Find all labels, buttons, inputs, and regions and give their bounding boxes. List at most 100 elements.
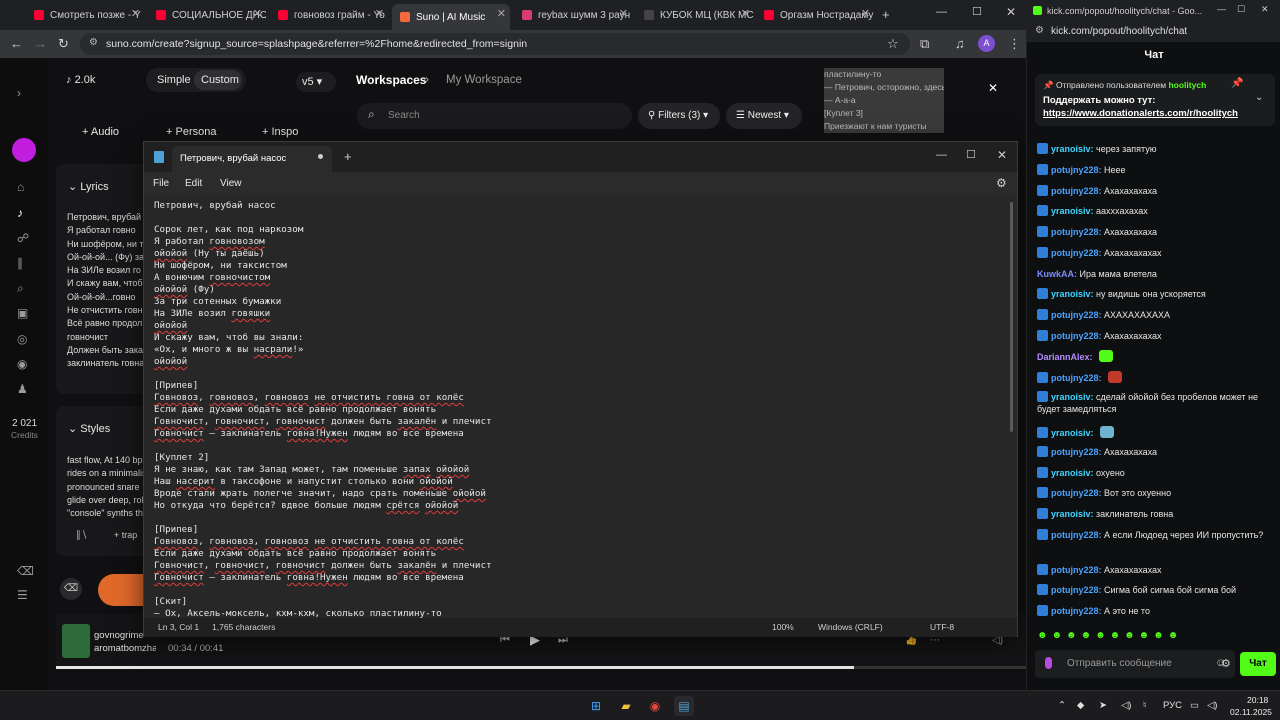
misspelled-word[interactable]: Говночист (154, 560, 204, 571)
misspelled-word[interactable]: ойойой (154, 284, 187, 295)
browser-tab[interactable]: КУБОК МЦ (КВК MC ✕ (636, 4, 754, 26)
chat-username[interactable]: potujny228: (1051, 310, 1102, 320)
menu-view[interactable]: View (220, 178, 242, 189)
chat-message[interactable]: yranoisiv: охуено (1037, 467, 1273, 479)
chat-username[interactable]: potujny228: (1051, 373, 1102, 383)
misspelled-word[interactable]: Говночист (154, 428, 204, 439)
chat-message[interactable]: yranoisiv: (1037, 426, 1273, 439)
misspelled-word[interactable]: ойойой (425, 500, 458, 511)
misspelled-word[interactable]: говночистом (209, 272, 270, 283)
chat-message[interactable]: yranoisiv: сделай ойойой без пробелов мо… (1037, 391, 1273, 415)
site-info-icon[interactable]: ⚙ (1035, 25, 1044, 36)
chat-username[interactable]: yranoisiv: (1051, 144, 1094, 154)
media-icon[interactable]: ♫ (955, 36, 965, 51)
chrome-icon[interactable]: ◉ (645, 696, 665, 716)
misspelled-word[interactable]: Говночист (154, 416, 204, 427)
pin-icon[interactable]: 📌 (1231, 78, 1243, 89)
notepad-close-button[interactable]: ✕ (997, 148, 1007, 162)
create-icon[interactable]: ♪ (17, 206, 23, 220)
misspelled-word[interactable]: говновоз (209, 392, 253, 403)
clock-date[interactable]: 02.11.2025 (1230, 707, 1272, 717)
misspelled-word[interactable]: пластилину-то (370, 608, 442, 618)
avatar[interactable] (12, 138, 36, 162)
kick-url-bar[interactable]: ⚙ kick.com/popout/hoolitych/chat (1027, 22, 1280, 42)
misspelled-word[interactable]: говночист (215, 560, 265, 571)
misspelled-word[interactable]: не отчистить говна от колёс (315, 536, 464, 547)
expand-icon[interactable]: › (17, 86, 21, 100)
mic-icon[interactable] (1045, 657, 1052, 669)
reload-icon[interactable]: ↻ (58, 36, 69, 52)
trash-icon[interactable]: ⌫ (17, 564, 34, 578)
notifications-icon[interactable]: ♟ (17, 382, 28, 396)
browser-tab[interactable]: говновоз грайм - Yo ✕ (270, 4, 388, 26)
misspelled-word[interactable]: говночист (215, 416, 265, 427)
misspelled-word[interactable]: ойойой (436, 464, 469, 475)
lyrics-header[interactable]: ⌄ Lyrics (68, 180, 109, 193)
kick-maximize-button[interactable]: ☐ (1237, 4, 1245, 15)
close-button[interactable]: ✕ (1006, 5, 1016, 19)
chat-message[interactable]: potujny228: Неее (1037, 164, 1273, 176)
misspelled-word[interactable]: Говновоз (154, 392, 198, 403)
misspelled-word[interactable]: ойойой (154, 320, 187, 331)
chat-username[interactable]: potujny228: (1051, 331, 1102, 341)
chat-message[interactable]: yranoisiv: через запятую (1037, 143, 1273, 155)
chat-username[interactable]: yranoisiv: (1051, 392, 1094, 402)
misspelled-word[interactable]: говяшки (231, 308, 270, 319)
chat-message[interactable]: potujny228: А это не то (1037, 605, 1273, 617)
notepad-maximize-button[interactable]: ☐ (966, 148, 976, 161)
misspelled-word[interactable]: ойойой (154, 356, 187, 367)
radio-icon[interactable]: ◉ (17, 357, 27, 371)
misspelled-word[interactable]: ойойой (420, 476, 453, 487)
chat-message[interactable]: potujny228: Ахахахахахах (1037, 247, 1273, 259)
chat-username[interactable]: potujny228: (1051, 488, 1102, 498)
misspelled-word[interactable]: не отчистить говна от колёс (315, 392, 464, 403)
new-tab-icon[interactable]: + (344, 149, 352, 164)
chat-username[interactable]: KuwkAA: (1037, 269, 1077, 279)
tab-close-icon[interactable]: ✕ (861, 7, 870, 20)
chat-username[interactable]: potujny228: (1051, 447, 1102, 457)
styles-tool-icon[interactable]: ∥∖ (76, 530, 87, 541)
more-icon[interactable]: ☰ (17, 588, 28, 602)
tab-close-icon[interactable]: ✕ (253, 7, 262, 20)
extensions-icon[interactable]: ⧉ (920, 36, 929, 52)
chat-username[interactable]: yranoisiv: (1051, 509, 1094, 519)
chat-username[interactable]: potujny228: (1051, 227, 1102, 237)
hooks-icon[interactable]: ◎ (17, 332, 27, 346)
create-button[interactable] (98, 574, 146, 606)
misspelled-word[interactable]: насрали (254, 344, 293, 355)
misspelled-word[interactable]: говновозом (209, 236, 264, 247)
chat-username[interactable]: potujny228: (1051, 165, 1102, 175)
chat-message[interactable]: KuwkAA: Ира мама влетела (1037, 268, 1273, 280)
settings-icon[interactable]: ⚙ (996, 176, 1007, 190)
persona-button[interactable]: + Persona (166, 126, 216, 138)
player-title[interactable]: govnogrime (94, 630, 144, 641)
browser-tab[interactable]: Смотреть позже - Y ✕ (26, 4, 144, 26)
clock-time[interactable]: 20:18 (1247, 695, 1268, 705)
browser-tab[interactable]: СОЦИАЛЬНОЕ ДНО ✕ (148, 4, 266, 26)
send-button[interactable]: Чат (1240, 652, 1276, 676)
menu-edit[interactable]: Edit (185, 178, 202, 189)
forward-icon[interactable]: → (34, 36, 47, 51)
misspelled-word[interactable]: закалён (397, 416, 436, 427)
scrollbar[interactable] (1010, 202, 1013, 432)
chat-message[interactable]: potujny228: Ахахахахаха (1037, 446, 1273, 458)
chat-message[interactable]: potujny228: А если Людоед через ИИ пропу… (1037, 529, 1273, 541)
workspaces-link[interactable]: Workspaces (356, 73, 426, 87)
notepad-minimize-button[interactable]: — (936, 149, 947, 161)
kick-minimize-button[interactable]: — (1217, 4, 1226, 14)
tab-close-icon[interactable]: ✕ (741, 7, 750, 20)
microphone-icon[interactable]: ♮ (1143, 700, 1146, 711)
tray-app-icon[interactable]: ◆ (1077, 700, 1084, 711)
chat-username[interactable]: potujny228: (1051, 186, 1102, 196)
styles-text[interactable]: fast flow, At 140 bp rides on a minimalis… (67, 454, 147, 520)
chat-message[interactable]: potujny228: Ахахахахаха (1037, 185, 1273, 197)
chat-username[interactable]: yranoisiv: (1051, 428, 1094, 438)
chat-input[interactable]: Отправить сообщение ☺ (1035, 650, 1235, 678)
new-tab-button[interactable]: + (882, 7, 890, 22)
chat-message[interactable]: potujny228: Вот это охуенно (1037, 487, 1273, 499)
chat-settings-icon[interactable]: ⚙ (1221, 657, 1231, 670)
notepad-tab[interactable]: Петрович, врубай насос (172, 146, 332, 172)
player-cover[interactable] (62, 624, 90, 658)
filters-button[interactable]: ⚲ Filters (3) ▾ (638, 103, 720, 129)
chat-username[interactable]: potujny228: (1051, 248, 1102, 258)
